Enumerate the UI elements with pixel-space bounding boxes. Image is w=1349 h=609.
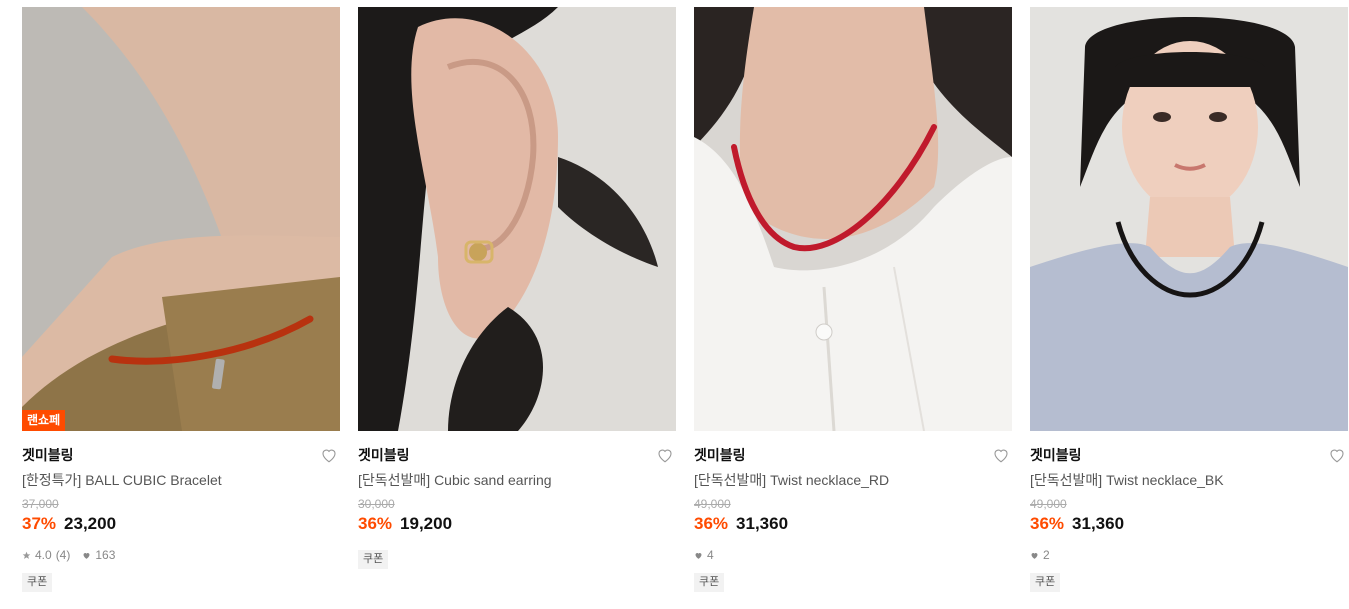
brand-name[interactable]: 겟미블링 bbox=[22, 446, 340, 464]
heart-icon[interactable] bbox=[656, 446, 674, 464]
product-card[interactable]: 겟미블링 [단독선발매] Twist necklace_BK 49,000 36… bbox=[1030, 7, 1348, 592]
product-stats: 2 bbox=[1030, 548, 1348, 562]
review-count: (4) bbox=[55, 548, 71, 562]
original-price: 30,000 bbox=[358, 497, 395, 511]
coupon-tag: 쿠폰 bbox=[1030, 573, 1061, 592]
heart-icon[interactable] bbox=[320, 446, 338, 464]
discount-rate: 36% bbox=[358, 514, 393, 533]
coupon-tag: 쿠폰 bbox=[358, 550, 389, 569]
heart-small-icon bbox=[1031, 552, 1038, 559]
product-image[interactable] bbox=[694, 7, 1012, 431]
brand-name[interactable]: 겟미블링 bbox=[358, 446, 676, 464]
star-icon bbox=[22, 551, 31, 559]
brand-name[interactable]: 겟미블링 bbox=[694, 446, 1012, 464]
price-line: 36% 31,360 bbox=[1030, 514, 1348, 534]
product-card[interactable]: 랜쇼페 겟미블링 [한정특가] BALL CUBIC Bracelet 37,0… bbox=[22, 7, 340, 592]
product-image[interactable]: 랜쇼페 bbox=[22, 7, 340, 431]
product-stats: 4.0 (4) 163 bbox=[22, 548, 340, 562]
heart-small-icon bbox=[695, 552, 702, 559]
product-card[interactable]: 겟미블링 [단독선발매] Cubic sand earring 30,000 3… bbox=[358, 7, 676, 569]
coupon-tag: 쿠폰 bbox=[22, 573, 53, 592]
like-count: 4 bbox=[707, 548, 714, 562]
sale-price: 31,360 bbox=[1072, 514, 1125, 533]
badge-label: 랜쇼페 bbox=[22, 410, 66, 431]
original-price: 37,000 bbox=[22, 497, 59, 511]
product-name[interactable]: [단독선발매] Cubic sand earring bbox=[358, 471, 676, 489]
original-price: 49,000 bbox=[1030, 497, 1067, 511]
brand-name[interactable]: 겟미블링 bbox=[1030, 446, 1348, 464]
discount-rate: 36% bbox=[694, 514, 729, 533]
product-name[interactable]: [단독선발매] Twist necklace_RD bbox=[694, 471, 1012, 489]
bracelet-photo bbox=[22, 7, 340, 431]
product-card[interactable]: 겟미블링 [단독선발매] Twist necklace_RD 49,000 36… bbox=[694, 7, 1012, 592]
red-necklace-photo bbox=[694, 7, 1012, 431]
sale-price: 23,200 bbox=[64, 514, 117, 533]
price-line: 36% 31,360 bbox=[694, 514, 1012, 534]
coupon-tag: 쿠폰 bbox=[694, 573, 725, 592]
original-price: 49,000 bbox=[694, 497, 731, 511]
sale-price: 31,360 bbox=[736, 514, 789, 533]
heart-small-icon bbox=[83, 552, 90, 559]
rating-value: 4.0 bbox=[35, 548, 52, 562]
like-count: 2 bbox=[1043, 548, 1050, 562]
price-line: 37% 23,200 bbox=[22, 514, 340, 534]
heart-icon[interactable] bbox=[992, 446, 1010, 464]
product-image[interactable] bbox=[358, 7, 676, 431]
earring-photo bbox=[358, 7, 676, 431]
black-necklace-photo bbox=[1030, 7, 1348, 431]
heart-icon[interactable] bbox=[1328, 446, 1346, 464]
product-image[interactable] bbox=[1030, 7, 1348, 431]
product-stats: 4 bbox=[694, 548, 1012, 562]
discount-rate: 37% bbox=[22, 514, 57, 533]
price-line: 36% 19,200 bbox=[358, 514, 676, 534]
product-name[interactable]: [한정특가] BALL CUBIC Bracelet bbox=[22, 471, 340, 489]
sale-price: 19,200 bbox=[400, 514, 453, 533]
discount-rate: 36% bbox=[1030, 514, 1065, 533]
product-name[interactable]: [단독선발매] Twist necklace_BK bbox=[1030, 471, 1348, 489]
product-grid: 랜쇼페 겟미블링 [한정특가] BALL CUBIC Bracelet 37,0… bbox=[0, 0, 1349, 609]
like-count: 163 bbox=[95, 548, 116, 562]
